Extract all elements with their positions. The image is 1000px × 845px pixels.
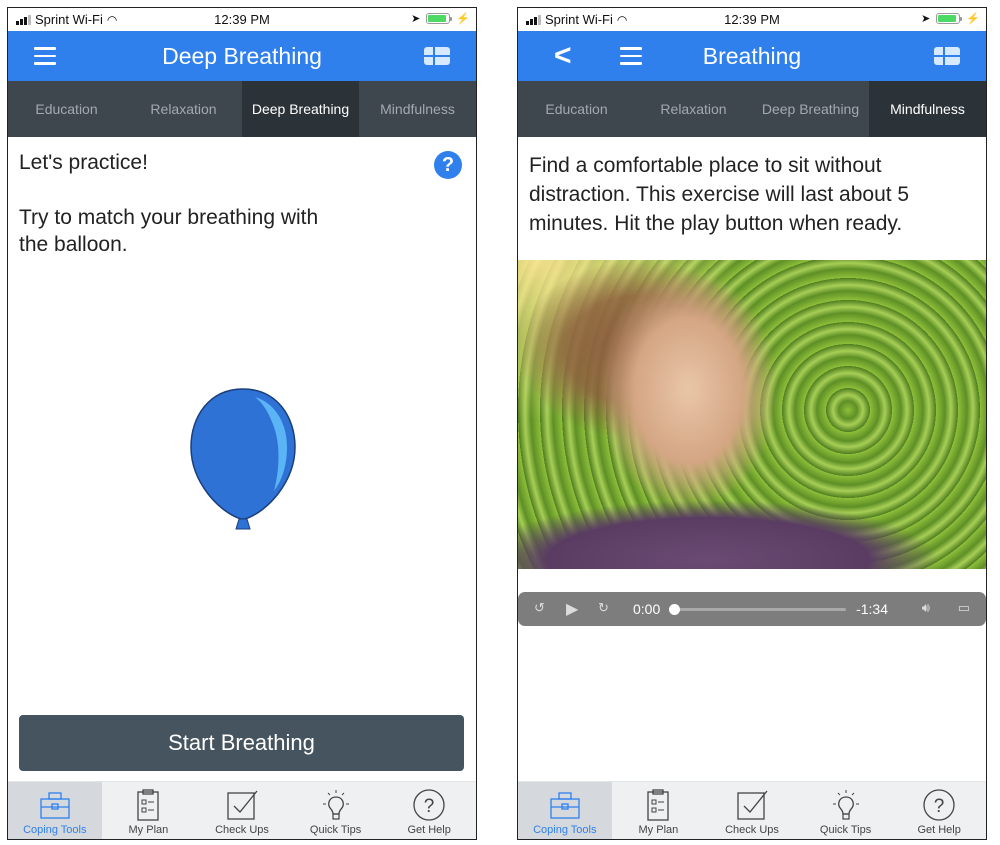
tabbar-my-plan[interactable]: My Plan: [102, 782, 196, 839]
forward-15-icon: ↻: [598, 600, 609, 615]
location-arrow-icon: ➤: [411, 13, 421, 25]
audio-player: ↺ ▶ ↻ 0:00 -1:34 🔊︎ ▭: [518, 592, 986, 626]
tab-mindfulness[interactable]: Mindfulness: [869, 81, 986, 137]
tabbar-label: Get Help: [917, 824, 961, 836]
gift-card-button[interactable]: [424, 47, 450, 65]
tab-deep-breathing[interactable]: Deep Breathing: [752, 81, 869, 137]
tabbar-label: Check Ups: [215, 824, 269, 836]
progress-slider[interactable]: [669, 604, 846, 615]
checkbox-icon: [227, 790, 258, 820]
lightbulb-icon: [832, 790, 859, 820]
help-circle-icon: ?: [923, 789, 955, 821]
tabbar-label: Get Help: [407, 824, 451, 836]
tabbar-label: Coping Tools: [23, 824, 87, 836]
tab-relaxation[interactable]: Relaxation: [635, 81, 752, 137]
bottom-tab-bar: Coping Tools My Plan Check Ups Quick Tip…: [8, 781, 476, 839]
status-bar: Sprint Wi-Fi ◠ 12:39 PM ➤ ⚡: [518, 8, 986, 31]
tabbar-label: Quick Tips: [309, 824, 362, 836]
exercise-description: Find a comfortable place to sit without …: [529, 154, 910, 235]
clipboard-icon: [647, 789, 670, 821]
play-button[interactable]: ▶: [566, 599, 578, 619]
tab-mindfulness[interactable]: Mindfulness: [359, 81, 476, 137]
help-button[interactable]: ?: [434, 151, 462, 179]
remaining-time: -1:34: [856, 601, 888, 617]
checkbox-icon: [737, 790, 768, 820]
toolbox-icon: [40, 792, 70, 819]
tabbar-label: Coping Tools: [533, 824, 597, 836]
clipboard-icon: [137, 789, 160, 821]
gift-card-button[interactable]: [934, 47, 960, 65]
progress-knob[interactable]: [669, 604, 680, 615]
svg-text:?: ?: [934, 796, 945, 817]
skip-forward-15-button[interactable]: ↻: [598, 600, 609, 616]
practice-heading: Let's practice!: [19, 151, 148, 174]
charging-bolt-icon: ⚡: [966, 13, 980, 25]
tab-education[interactable]: Education: [8, 81, 125, 137]
tabbar-get-help[interactable]: ? Get Help: [892, 782, 986, 839]
tabbar-label: Quick Tips: [819, 824, 872, 836]
tabbar-my-plan[interactable]: My Plan: [612, 782, 706, 839]
svg-text:?: ?: [424, 796, 435, 817]
tab-education[interactable]: Education: [518, 81, 635, 137]
tabbar-get-help[interactable]: ? Get Help: [382, 782, 476, 839]
battery-icon: [936, 13, 963, 24]
charging-bolt-icon: ⚡: [456, 13, 470, 25]
play-icon: ▶: [566, 601, 579, 618]
nav-bar: Deep Breathing: [8, 31, 476, 81]
question-icon: ?: [441, 154, 455, 176]
volume-icon: 🔊︎: [921, 600, 930, 615]
bottom-tab-bar: Coping Tools My Plan Check Ups Quick Tip…: [518, 781, 986, 839]
status-time: 12:39 PM: [724, 12, 780, 27]
tabbar-label: Check Ups: [725, 824, 779, 836]
current-time: 0:00: [633, 601, 661, 617]
section-tabs: Education Relaxation Deep Breathing Mind…: [8, 81, 476, 137]
rewind-15-icon: ↺: [534, 600, 545, 615]
airplay-button[interactable]: ▭: [958, 600, 970, 616]
phone-screen-deep-breathing: Sprint Wi-Fi ◠ 12:39 PM ➤ ⚡ Deep Breathi…: [7, 7, 477, 840]
tab-relaxation[interactable]: Relaxation: [125, 81, 242, 137]
tabbar-quick-tips[interactable]: Quick Tips: [799, 782, 893, 839]
volume-button[interactable]: 🔊︎: [922, 600, 930, 616]
battery-icon: [426, 13, 453, 24]
tabbar-label: My Plan: [128, 824, 169, 836]
tabbar-check-ups[interactable]: Check Ups: [195, 782, 289, 839]
balloon-icon: [190, 388, 296, 530]
start-breathing-button[interactable]: Start Breathing: [19, 715, 464, 771]
skip-back-15-button[interactable]: ↺: [534, 600, 545, 616]
instruction-text: Try to match your breathing with the bal…: [19, 206, 319, 256]
section-tabs: Education Relaxation Deep Breathing Mind…: [518, 81, 986, 137]
mindfulness-photo: [518, 260, 986, 569]
status-bar: Sprint Wi-Fi ◠ 12:39 PM ➤ ⚡: [8, 8, 476, 31]
nav-bar: < Breathing: [518, 31, 986, 81]
tabbar-label: My Plan: [638, 824, 679, 836]
airplay-icon: ▭: [957, 600, 970, 615]
tabbar-check-ups[interactable]: Check Ups: [705, 782, 799, 839]
lightbulb-icon: [322, 790, 349, 820]
tabbar-coping-tools[interactable]: Coping Tools: [8, 782, 102, 839]
tabbar-coping-tools[interactable]: Coping Tools: [518, 782, 612, 839]
phone-screen-mindfulness: Sprint Wi-Fi ◠ 12:39 PM ➤ ⚡ < Breathing …: [517, 7, 987, 840]
status-time: 12:39 PM: [214, 12, 270, 27]
page-title: Deep Breathing: [162, 43, 322, 69]
tabbar-quick-tips[interactable]: Quick Tips: [289, 782, 383, 839]
location-arrow-icon: ➤: [921, 13, 931, 25]
page-title: Breathing: [702, 43, 802, 69]
help-circle-icon: ?: [413, 789, 445, 821]
tab-deep-breathing[interactable]: Deep Breathing: [242, 81, 359, 137]
toolbox-icon: [550, 792, 580, 819]
